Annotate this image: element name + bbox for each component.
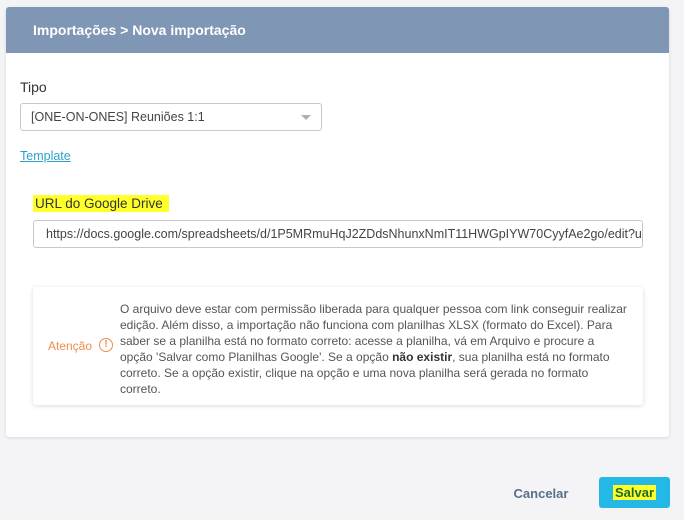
cancel-button[interactable]: Cancelar — [497, 478, 585, 508]
import-card: Importações > Nova importação Tipo [ONE-… — [6, 7, 669, 437]
chevron-down-icon — [301, 115, 311, 120]
alert-text-bold: não existir — [392, 350, 453, 364]
page-header: Importações > Nova importação — [6, 7, 669, 53]
alert-text: O arquivo deve estar com permissão liber… — [120, 301, 630, 397]
tipo-label: Tipo — [20, 79, 47, 95]
url-input[interactable] — [33, 220, 643, 248]
alert-title: Atenção — [48, 339, 93, 353]
template-link[interactable]: Template — [20, 149, 71, 163]
url-label: URL do Google Drive — [33, 195, 169, 212]
tipo-select[interactable]: [ONE-ON-ONES] Reuniões 1:1 — [20, 103, 322, 131]
save-button-label: Salvar — [612, 485, 657, 500]
breadcrumb: Importações > Nova importação — [33, 22, 246, 38]
save-button[interactable]: Salvar — [599, 477, 670, 508]
exclamation-circle-icon: ! — [99, 338, 113, 352]
tipo-selected-value: [ONE-ON-ONES] Reuniões 1:1 — [31, 110, 205, 124]
warning-alert: Atenção ! O arquivo deve estar com permi… — [33, 287, 643, 405]
